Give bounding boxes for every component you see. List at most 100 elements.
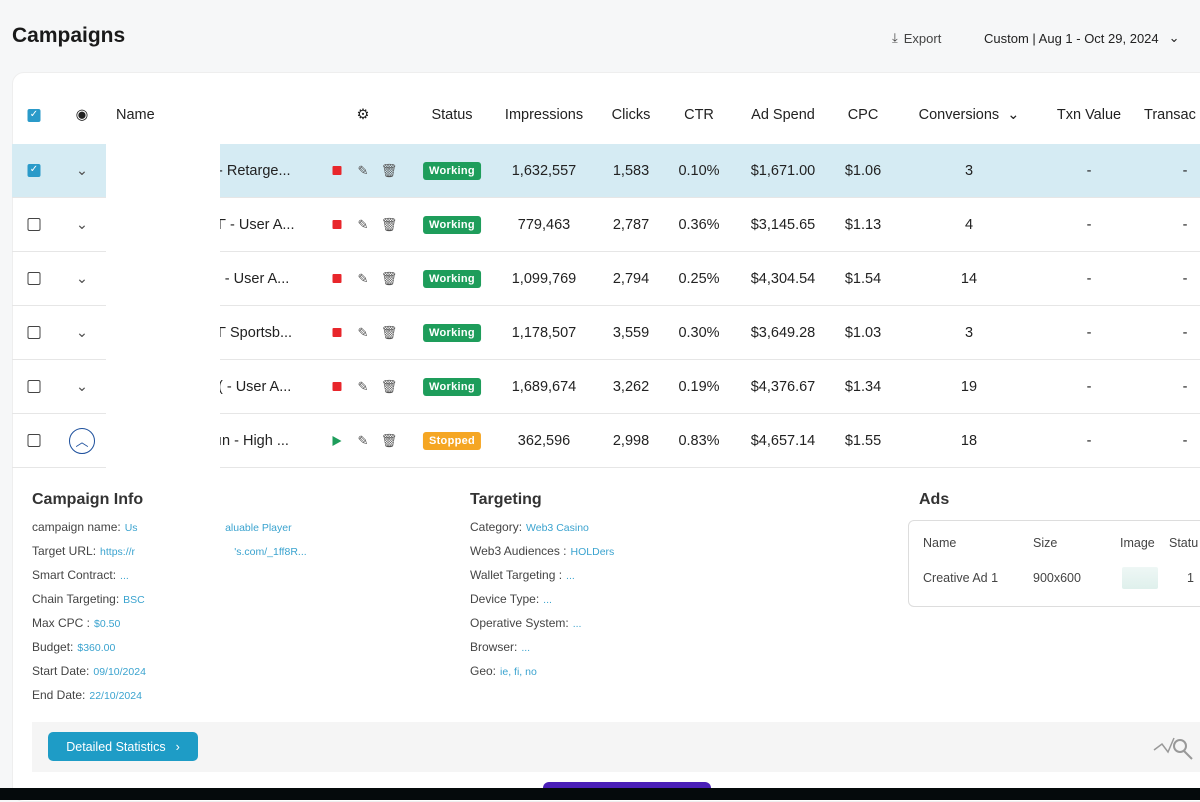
detail-value: HOLDers <box>570 546 615 558</box>
trash-icon[interactable]: 🗑 <box>381 360 398 413</box>
detail-item: Geo: ie, fi, no <box>470 660 614 684</box>
ctr: 0.19% <box>678 378 720 395</box>
trash-icon[interactable]: 🗑 <box>381 414 398 467</box>
analytics-search-icon[interactable] <box>1152 730 1198 764</box>
txn-value: - <box>1086 216 1092 233</box>
export-button[interactable]: ⤓ Export <box>892 30 941 46</box>
col-cpc[interactable]: CPC <box>848 88 879 142</box>
chevron-right-icon: › <box>175 739 180 754</box>
col-txn-value[interactable]: Txn Value <box>1057 88 1121 142</box>
row-checkbox[interactable] <box>27 218 41 231</box>
expand-chevron-icon[interactable]: ⌄ <box>76 360 88 413</box>
impressions: 779,463 <box>517 216 571 233</box>
status-badge: Working <box>423 269 481 288</box>
col-ad-spend[interactable]: Ad Spend <box>751 88 815 142</box>
trash-icon[interactable]: 🗑 <box>381 198 398 251</box>
ads-col-image: Image <box>1120 536 1155 550</box>
trash-icon[interactable]: 🗑 <box>381 252 398 305</box>
campaign-name[interactable]: Γ Sportsb... <box>218 306 292 359</box>
edit-icon[interactable]: ✎ <box>358 144 369 197</box>
campaign-name[interactable]: - Retarge... <box>218 144 291 197</box>
detail-item: Category: Web3 Casino <box>470 516 614 540</box>
stop-icon[interactable] <box>332 382 342 391</box>
col-clicks[interactable]: Clicks <box>612 88 651 142</box>
ad-spend: $4,304.54 <box>750 270 816 287</box>
col-name[interactable]: Name <box>116 88 155 142</box>
collapse-icon[interactable]: ︿ <box>69 414 95 467</box>
detail-label: Device Type: <box>470 592 540 606</box>
clicks: 2,794 <box>612 270 650 287</box>
clicks: 3,262 <box>612 378 650 395</box>
edit-icon[interactable]: ✎ <box>358 252 369 305</box>
eye-icon[interactable]: ◉ <box>76 88 89 142</box>
impressions: 1,632,557 <box>511 162 577 179</box>
expand-chevron-icon[interactable]: ⌄ <box>76 252 88 305</box>
download-icon: ⤓ <box>892 30 898 45</box>
ads-col-name: Name <box>923 536 957 550</box>
detail-label: Category: <box>470 520 523 534</box>
conversions: 3 <box>964 324 974 341</box>
ad-spend: $3,649.28 <box>750 324 816 341</box>
row-checkbox[interactable] <box>27 272 41 285</box>
campaign-name[interactable]: ' - User A... <box>218 252 289 305</box>
ad-size: 900x600 <box>1033 571 1081 585</box>
detail-value: BSC <box>123 594 145 606</box>
impressions: 362,596 <box>517 432 571 449</box>
detail-label: Chain Targeting: <box>32 592 120 606</box>
campaign-info-list: campaign name: Us aluable Player Target UR… <box>32 516 307 708</box>
detail-item: Smart Contract:... <box>32 564 307 588</box>
detail-item: Wallet Targeting :... <box>470 564 614 588</box>
col-conversions[interactable]: Conversions ⌄ <box>919 88 1020 142</box>
detail-value: ie, fi, no <box>500 666 537 678</box>
edit-icon[interactable]: ✎ <box>358 198 369 251</box>
detail-value: ... <box>543 594 552 606</box>
trash-icon[interactable]: 🗑 <box>381 144 398 197</box>
col-ctr[interactable]: CTR <box>684 88 714 142</box>
stop-icon[interactable] <box>332 166 342 175</box>
stop-icon[interactable] <box>332 274 342 283</box>
trash-icon[interactable]: 🗑 <box>381 306 398 359</box>
stop-icon[interactable] <box>332 220 342 229</box>
play-icon[interactable] <box>332 435 342 446</box>
ad-image-thumbnail[interactable] <box>1122 567 1158 589</box>
status-badge: Working <box>423 377 481 396</box>
detail-value: ... <box>120 570 129 582</box>
campaign-name[interactable]: Γ - User A... <box>218 198 294 251</box>
detail-label: Max CPC : <box>32 616 91 630</box>
expand-chevron-icon[interactable]: ⌄ <box>76 144 88 197</box>
detail-item: campaign name: Us aluable Player <box>32 516 307 540</box>
detail-value: 22/10/2024 <box>89 690 142 702</box>
expand-chevron-icon[interactable]: ⌄ <box>76 198 88 251</box>
edit-icon[interactable]: ✎ <box>358 306 369 359</box>
ad-spend: $4,657.14 <box>750 432 816 449</box>
details-footer <box>32 722 1200 772</box>
row-checkbox[interactable] <box>27 326 41 339</box>
campaign-name[interactable]: ın - High ... <box>218 414 289 467</box>
chevron-down-icon: ⌄ <box>1168 30 1180 45</box>
select-all-checkbox[interactable]: ✓ <box>27 108 41 122</box>
ad-name[interactable]: Creative Ad 1 <box>923 571 998 585</box>
detailed-statistics-button[interactable]: Detailed Statistics › <box>48 732 198 761</box>
date-range-select[interactable]: Custom | Aug 1 - Oct 29, 2024 ⌄ <box>984 30 1180 46</box>
detail-value: Web3 Casino <box>526 522 589 534</box>
row-checkbox[interactable] <box>27 434 41 447</box>
stop-icon[interactable] <box>332 328 342 337</box>
ad-spend: $3,145.65 <box>750 216 816 233</box>
clicks: 2,998 <box>612 432 650 449</box>
detail-item: Budget: $360.00 <box>32 636 307 660</box>
status-badge: Working <box>423 161 481 180</box>
edit-icon[interactable]: ✎ <box>358 360 369 413</box>
campaign-name[interactable]: ( - User A... <box>218 360 291 413</box>
gear-icon[interactable]: ⚙ <box>357 88 370 142</box>
col-status[interactable]: Status <box>431 88 472 142</box>
edit-icon[interactable]: ✎ <box>358 414 369 467</box>
expand-chevron-icon[interactable]: ⌄ <box>76 306 88 359</box>
col-transac[interactable]: Transac <box>1144 88 1196 142</box>
ctr: 0.25% <box>678 270 720 287</box>
row-checkbox[interactable]: ✓ <box>27 164 41 177</box>
row-checkbox[interactable] <box>27 380 41 393</box>
table-header: ✓ ◉ Name ⚙ Status Impressions Clicks CTR… <box>12 88 1200 142</box>
detail-label: End Date: <box>32 688 86 702</box>
detail-value: ... <box>572 618 582 630</box>
col-impressions[interactable]: Impressions <box>505 88 583 142</box>
